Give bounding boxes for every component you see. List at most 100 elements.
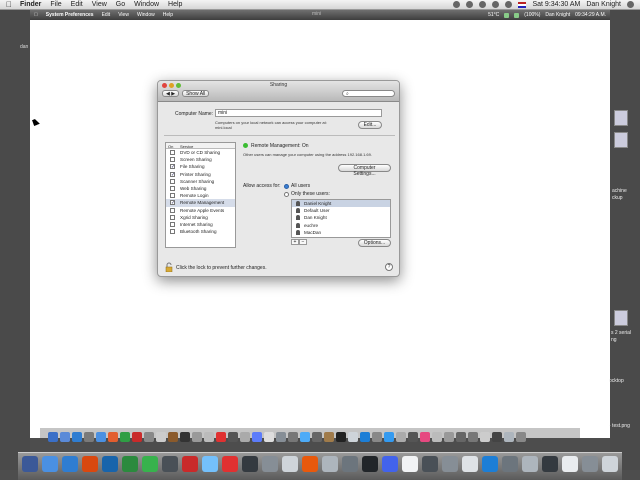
dock-app-icon[interactable] <box>516 432 526 442</box>
dock-app-icon[interactable] <box>204 432 214 442</box>
service-row[interactable]: DVD or CD Sharing <box>166 149 235 156</box>
menu-file[interactable]: File <box>50 1 61 8</box>
input-flag-icon[interactable] <box>518 1 527 8</box>
menubar-clock[interactable]: Sat 9:34:30 AM <box>532 1 580 8</box>
dock-app-icon[interactable] <box>322 456 338 472</box>
user-row[interactable]: Daniel Knight <box>292 200 390 208</box>
dock-app-icon[interactable] <box>180 432 190 442</box>
sync-icon[interactable] <box>453 1 461 8</box>
lock-icon[interactable] <box>165 262 173 272</box>
apple-menu-icon[interactable]:  <box>6 0 12 9</box>
wifi-icon[interactable] <box>492 1 500 8</box>
service-checkbox[interactable] <box>170 193 175 199</box>
dock-app-icon[interactable] <box>182 456 198 472</box>
service-row[interactable]: Bluetooth Sharing <box>166 228 235 235</box>
user-row[interactable]: MacDan <box>292 229 390 236</box>
help-button[interactable]: ? <box>385 263 393 271</box>
dock-app-icon[interactable] <box>202 456 218 472</box>
dock-app-icon[interactable] <box>84 432 94 442</box>
time-machine-icon[interactable] <box>466 1 474 8</box>
dock-app-icon[interactable] <box>492 432 502 442</box>
computer-settings-button[interactable]: Computer Settings... <box>338 164 391 177</box>
remote-status-icon[interactable] <box>504 12 510 18</box>
menu-view[interactable]: View <box>92 1 107 8</box>
back-forward-button[interactable]: ◀ ▶ <box>162 90 180 97</box>
dock-app-icon[interactable] <box>262 456 278 472</box>
dock-app-icon[interactable] <box>324 432 334 442</box>
dock-app-icon[interactable] <box>60 432 70 442</box>
dock-app-icon[interactable] <box>422 456 438 472</box>
service-checkbox[interactable] <box>170 221 175 227</box>
service-checkbox[interactable]: ✓ <box>170 200 175 206</box>
dock-app-icon[interactable] <box>228 432 238 442</box>
remote-user[interactable]: Dan Knight <box>545 12 570 18</box>
dock-app-icon[interactable] <box>122 456 138 472</box>
show-all-button[interactable]: Show All <box>182 90 210 97</box>
service-row[interactable]: Screen Sharing <box>166 156 235 163</box>
dock-app-icon[interactable] <box>242 456 258 472</box>
user-row[interactable]: euchre <box>292 222 390 229</box>
dock-app-icon[interactable] <box>264 432 274 442</box>
dock-app-icon[interactable] <box>582 456 598 472</box>
service-checkbox[interactable] <box>170 157 175 163</box>
dock-app-icon[interactable] <box>216 432 226 442</box>
service-checkbox[interactable] <box>170 186 175 192</box>
dock-app-icon[interactable] <box>82 456 98 472</box>
dock-app-icon[interactable] <box>420 432 430 442</box>
radio-selected-icon[interactable] <box>284 183 289 189</box>
dock-app-icon[interactable] <box>142 456 158 472</box>
dock-app-icon[interactable] <box>522 456 538 472</box>
dock-app-icon[interactable] <box>408 432 418 442</box>
dock-app-icon[interactable] <box>288 432 298 442</box>
service-row[interactable]: Scanner Sharing <box>166 178 235 185</box>
desktop-icon-label[interactable]: dan <box>20 44 28 50</box>
all-users-radio[interactable]: All users <box>284 183 310 189</box>
dock-app-icon[interactable] <box>372 432 382 442</box>
menu-go[interactable]: Go <box>116 1 125 8</box>
dock-app-icon[interactable] <box>444 432 454 442</box>
service-row[interactable]: Web Sharing <box>166 185 235 192</box>
desktop-label[interactable]: - test.png <box>609 423 630 429</box>
dock-app-icon[interactable] <box>562 456 578 472</box>
dock-app-icon[interactable] <box>362 456 378 472</box>
menu-help[interactable]: Help <box>168 1 182 8</box>
dock-app-icon[interactable] <box>348 432 358 442</box>
dock-app-icon[interactable] <box>162 456 178 472</box>
service-row[interactable]: ✓ Remote Management <box>166 199 235 207</box>
search-input[interactable]: ⌕ <box>342 90 395 97</box>
dock-app-icon[interactable] <box>382 456 398 472</box>
computer-name-field[interactable]: mini <box>215 109 382 117</box>
dock-app-icon[interactable] <box>482 456 498 472</box>
dock-app-icon[interactable] <box>402 456 418 472</box>
dock-app-icon[interactable] <box>108 432 118 442</box>
service-row[interactable]: Xgrid Sharing <box>166 214 235 221</box>
remote-menu-view[interactable]: View <box>118 12 129 18</box>
add-user-button[interactable]: + <box>291 239 299 245</box>
remote-wifi-icon[interactable] <box>514 12 520 18</box>
dock-app-icon[interactable] <box>468 432 478 442</box>
dock-app-icon[interactable] <box>120 432 130 442</box>
dock-app-icon[interactable] <box>144 432 154 442</box>
edit-button[interactable]: Edit... <box>358 121 382 129</box>
radio-icon[interactable] <box>284 191 289 197</box>
dock-app-icon[interactable] <box>456 432 466 442</box>
menu-app[interactable]: Finder <box>20 1 41 8</box>
dock-app-icon[interactable] <box>22 456 38 472</box>
dock-app-icon[interactable] <box>72 432 82 442</box>
user-row[interactable]: Default User <box>292 207 390 214</box>
dock-app-icon[interactable] <box>252 432 262 442</box>
dock-app-icon[interactable] <box>132 432 142 442</box>
dock-app-icon[interactable] <box>502 456 518 472</box>
dock-app-icon[interactable] <box>360 432 370 442</box>
remote-menu-edit[interactable]: Edit <box>102 12 111 18</box>
service-checkbox[interactable] <box>170 150 175 156</box>
dock-app-icon[interactable] <box>62 456 78 472</box>
dock-app-icon[interactable] <box>396 432 406 442</box>
dock-app-icon[interactable] <box>192 432 202 442</box>
service-row[interactable]: Internet Sharing <box>166 221 235 228</box>
dock-app-icon[interactable] <box>442 456 458 472</box>
remove-user-button[interactable]: − <box>299 239 307 245</box>
menu-window[interactable]: Window <box>134 1 159 8</box>
dock-app-icon[interactable] <box>276 432 286 442</box>
dock-app-icon[interactable] <box>384 432 394 442</box>
